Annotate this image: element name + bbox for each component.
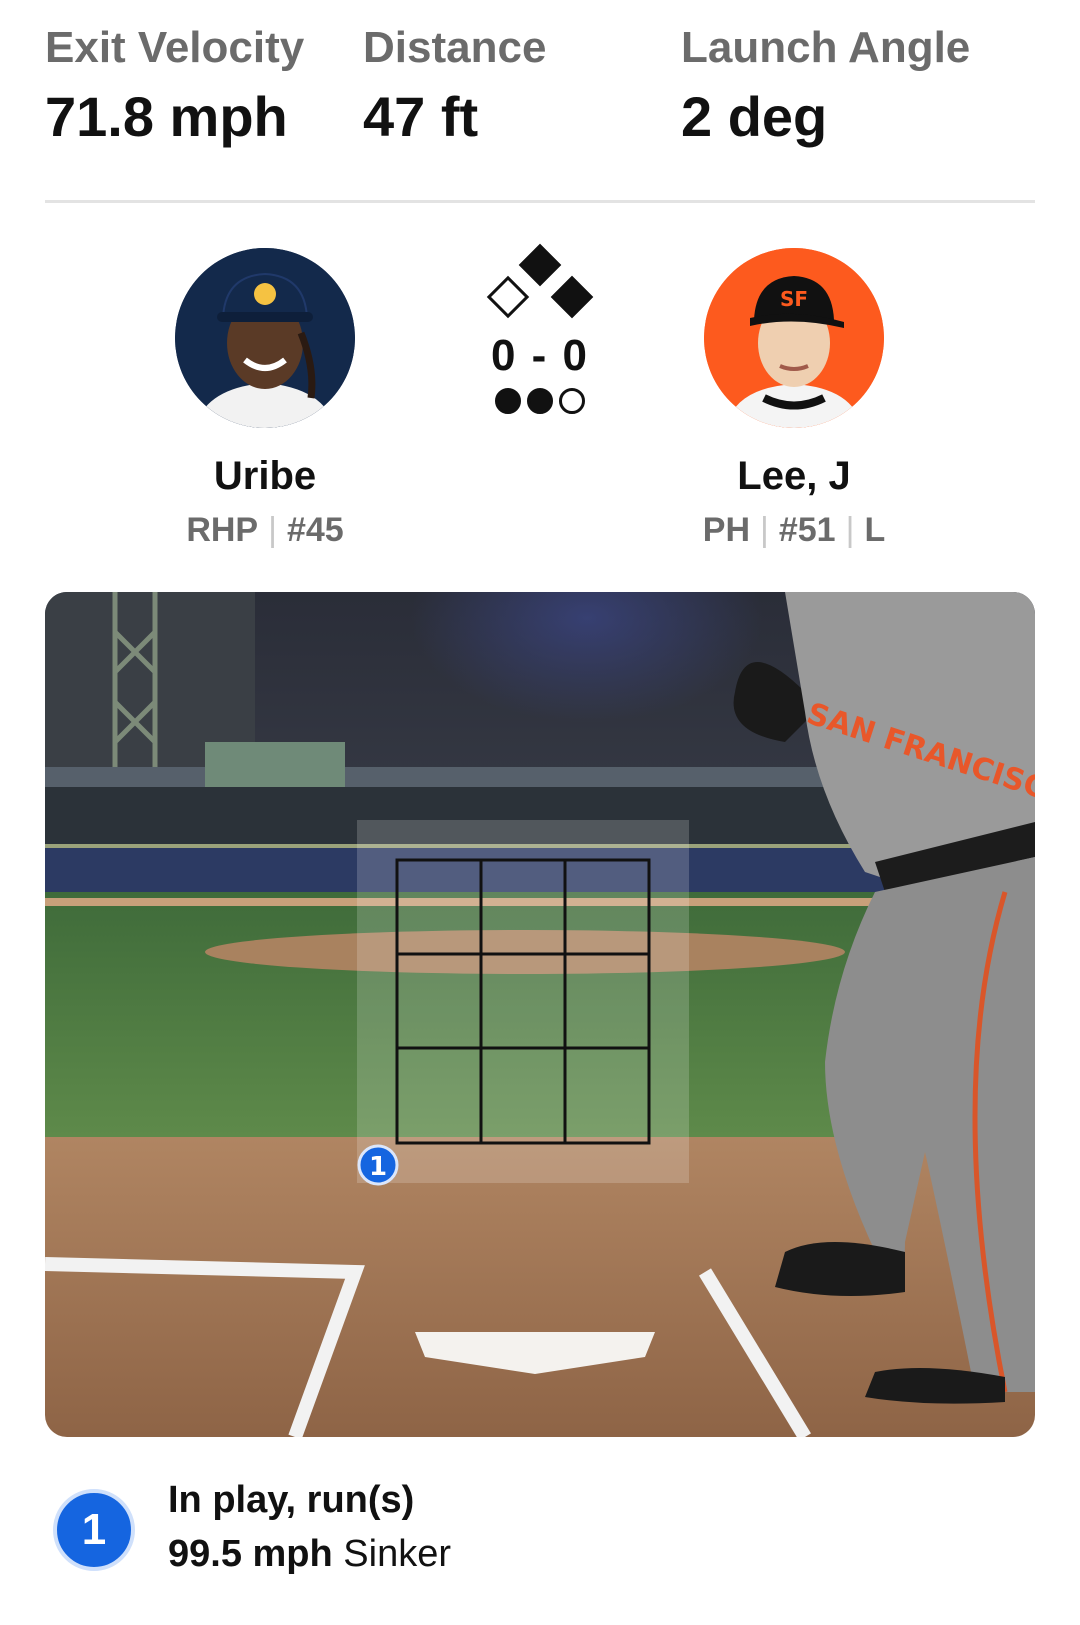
distance-label: Distance	[363, 23, 547, 72]
distance-value: 47 ft	[363, 85, 479, 148]
batter-headshot-icon[interactable]: SF	[704, 248, 884, 428]
exit-velocity-stat: Exit Velocity 71.8 mph	[45, 20, 304, 152]
out-3-icon	[559, 388, 585, 414]
strike-zone-shadow	[357, 820, 689, 1183]
stats-header: Exit Velocity 71.8 mph Distance 47 ft La…	[45, 20, 1035, 148]
pitch-location-marker[interactable]: 1	[357, 1144, 399, 1186]
pitcher-card[interactable]: Uribe RHP | #45	[115, 248, 415, 550]
pitch-type: Sinker	[343, 1533, 452, 1575]
pitcher-headshot-icon[interactable]	[175, 248, 355, 428]
separator: |	[760, 511, 769, 549]
pitcher-name: Uribe	[213, 454, 317, 498]
pitcher-position: RHP	[186, 511, 259, 549]
launch-angle-stat: Launch Angle 2 deg	[681, 20, 970, 152]
pitch-number-badge: 1	[53, 1489, 135, 1571]
batter-number: #51	[778, 511, 836, 549]
distance-stat: Distance 47 ft	[363, 20, 546, 152]
batter-meta: PH | #51 | L	[644, 510, 944, 550]
count-indicator: 0 - 0	[460, 243, 620, 414]
pitch-result-row[interactable]: 1 In play, run(s) 99.5 mph Sinker	[50, 1475, 1040, 1595]
exit-velocity-label: Exit Velocity	[45, 23, 305, 72]
svg-text:SF: SF	[780, 287, 808, 311]
batter-card[interactable]: SF Lee, J PH | #51 | L	[644, 248, 944, 550]
separator: |	[845, 511, 855, 549]
third-base-icon	[486, 275, 530, 319]
pitch-field-view: SAN FRANCISCO 1	[45, 592, 1035, 1437]
pitch-result: In play, run(s)	[168, 1479, 415, 1521]
pitch-detail: 99.5 mph Sinker	[168, 1529, 451, 1579]
separator: |	[268, 511, 277, 549]
divider	[45, 200, 1035, 203]
out-1-icon	[495, 388, 521, 414]
pitch-marker-number: 1	[369, 1152, 387, 1182]
pitch-speed: 99.5 mph	[168, 1533, 333, 1575]
launch-angle-label: Launch Angle	[681, 23, 971, 72]
batter-bats: L	[864, 511, 886, 549]
batter-position: PH	[702, 511, 751, 549]
pitcher-meta: RHP | #45	[115, 510, 415, 550]
pitch-text: In play, run(s) 99.5 mph Sinker	[168, 1475, 451, 1579]
second-base-icon	[518, 243, 562, 287]
launch-angle-value: 2 deg	[681, 85, 828, 148]
first-base-icon	[550, 275, 594, 319]
bases-diamond-icon	[485, 243, 595, 328]
outs-indicator	[460, 388, 620, 414]
exit-velocity-value: 71.8 mph	[45, 85, 288, 148]
batter-name: Lee, J	[737, 454, 851, 498]
out-2-icon	[527, 388, 553, 414]
pitcher-number: #45	[286, 511, 344, 549]
balls-strikes-count: 0 - 0	[490, 331, 590, 380]
